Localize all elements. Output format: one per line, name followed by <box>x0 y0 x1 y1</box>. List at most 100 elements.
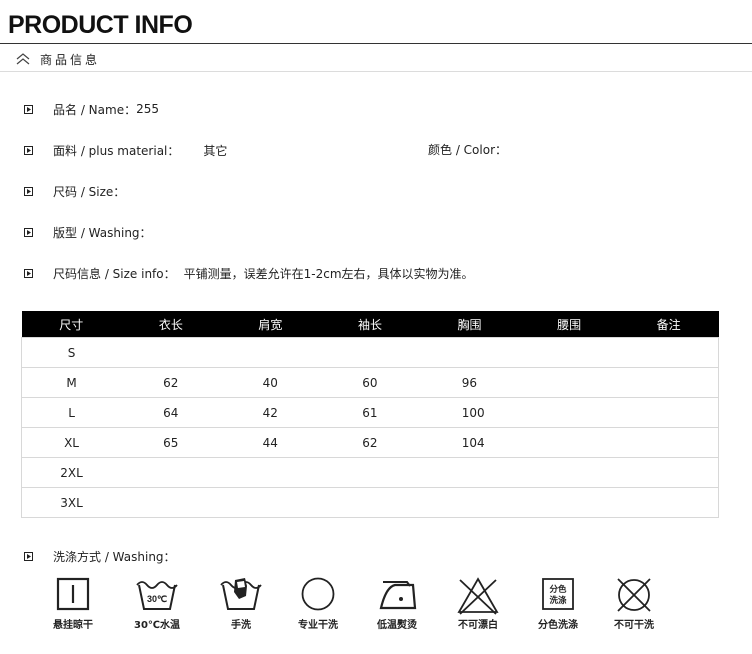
table-header-row: 尺寸 衣长 肩宽 袖长 胸围 腰围 备注 <box>21 311 719 338</box>
bullet-icon <box>24 104 33 114</box>
table-cell: 44 <box>220 427 321 458</box>
care-item-label: 分色洗涤 <box>538 620 578 631</box>
table-cell <box>519 427 619 458</box>
table-cell <box>519 397 619 428</box>
table-cell: 2XL <box>21 457 122 488</box>
table-cell <box>618 337 719 368</box>
table-cell <box>320 487 420 518</box>
hand-wash-icon <box>220 578 262 610</box>
table-row: 3XL <box>21 487 719 518</box>
table-cell: 62 <box>121 367 221 398</box>
name-label: 品名 / Name： <box>53 102 137 117</box>
double-chevron-up-icon <box>16 53 30 65</box>
table-cell <box>320 337 420 368</box>
bullet-icon <box>24 145 33 155</box>
table-cell <box>618 487 719 518</box>
info-row-care: 洗涤方式 / Washing： <box>24 548 176 564</box>
info-row-size-info: 尺码信息 / Size info： 平铺测量，误差允许在1-2cm左右，具体以实物… <box>24 265 474 281</box>
table-header-cell: 尺寸 <box>21 311 122 338</box>
section-header: 商品信息 <box>16 50 100 68</box>
material-value: 其它 <box>203 143 228 158</box>
care-item: 低温熨烫 <box>362 576 432 631</box>
table-header-cell: 袖长 <box>320 311 420 338</box>
wash-separately-text-1: 分色 <box>549 584 567 595</box>
care-label: 洗涤方式 / Washing： <box>53 549 176 564</box>
table-cell: 96 <box>419 367 520 398</box>
table-cell: 62 <box>320 427 420 458</box>
care-item-label: 悬挂晾干 <box>53 620 93 631</box>
table-cell <box>519 487 619 518</box>
bullet-icon <box>24 186 33 196</box>
care-item: 不可漂白 <box>443 576 513 631</box>
care-item-label: 手洗 <box>231 620 251 631</box>
table-cell <box>220 337 321 368</box>
no-bleach-icon <box>457 577 499 615</box>
table-cell: 61 <box>320 397 420 428</box>
table-cell <box>618 367 719 398</box>
care-item-label: 不可干洗 <box>614 620 654 631</box>
table-header-cell: 肩宽 <box>220 311 321 338</box>
no-tumble-dry-icon <box>617 578 651 612</box>
table-cell <box>220 457 321 488</box>
title-divider <box>0 43 752 44</box>
fit-label: 版型 / Washing： <box>53 225 152 240</box>
care-item: 专业干洗 <box>283 576 353 631</box>
care-item: 30℃ 30℃水温 <box>122 576 192 631</box>
table-cell <box>618 427 719 458</box>
care-item-label: 不可漂白 <box>458 620 498 631</box>
table-cell <box>419 337 520 368</box>
iron-low-icon <box>379 581 417 610</box>
table-cell <box>121 337 221 368</box>
wash-separately-text-2: 洗涤 <box>549 595 567 606</box>
table-cell <box>519 337 619 368</box>
table-cell: S <box>21 337 122 368</box>
section-divider <box>0 71 752 72</box>
table-header-cell: 腰围 <box>519 311 619 338</box>
table-cell: XL <box>21 427 122 458</box>
table-header-cell: 胸围 <box>419 311 520 338</box>
size-label: 尺码 / Size： <box>53 184 126 199</box>
dry-clean-icon <box>301 577 335 611</box>
table-cell: 100 <box>419 397 520 428</box>
info-row-material: 面料 / plus material： 其它 <box>24 142 227 158</box>
table-cell <box>618 397 719 428</box>
table-cell <box>419 457 520 488</box>
page-title: PRODUCT INFO <box>8 11 193 39</box>
table-cell: 64 <box>121 397 221 428</box>
section-title: 商品信息 <box>40 52 101 67</box>
material-label: 面料 / plus material： <box>53 143 180 158</box>
care-item: 不可干洗 <box>599 576 669 631</box>
bullet-icon <box>24 227 33 237</box>
table-cell <box>220 487 321 518</box>
table-row: M 62 40 60 96 <box>21 367 719 398</box>
table-row: S <box>21 337 719 368</box>
table-cell: 60 <box>320 367 420 398</box>
care-item: 悬挂晾干 <box>38 576 108 631</box>
table-cell: M <box>21 367 122 398</box>
name-value: 255 <box>136 102 159 116</box>
table-cell: 104 <box>419 427 520 458</box>
size-info-value: 平铺测量，误差允许在1-2cm左右，具体以实物为准。 <box>183 266 474 281</box>
table-row: 2XL <box>21 457 719 488</box>
table-cell: 3XL <box>21 487 122 518</box>
table-cell <box>618 457 719 488</box>
table-header-cell: 备注 <box>618 311 719 338</box>
table-cell <box>519 457 619 488</box>
wash-separately-icon: 分色 洗涤 <box>542 578 574 610</box>
table-cell: 40 <box>220 367 321 398</box>
table-cell: 42 <box>220 397 321 428</box>
table-cell <box>121 457 221 488</box>
table-header-cell: 衣长 <box>121 311 221 338</box>
table-row: XL 65 44 62 104 <box>21 427 719 458</box>
info-row-name: 品名 / Name： 255 <box>24 101 159 117</box>
wash-temp-text: 30℃ <box>147 594 167 604</box>
info-row-size: 尺码 / Size： <box>24 183 125 199</box>
table-row: L 64 42 61 100 <box>21 397 719 428</box>
bullet-icon <box>24 551 33 561</box>
table-cell <box>320 457 420 488</box>
care-item: 分色 洗涤 分色洗涤 <box>523 576 593 631</box>
care-item-label: 30℃水温 <box>133 620 181 631</box>
hang-dry-icon <box>56 577 90 611</box>
color-label: 颜色 / Color： <box>428 143 508 157</box>
table-cell <box>419 487 520 518</box>
